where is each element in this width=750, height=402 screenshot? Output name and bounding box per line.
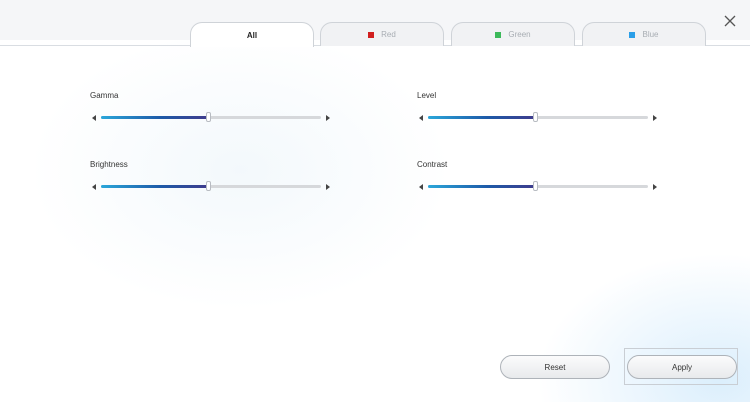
triangle-right-icon[interactable] [651,114,659,122]
level-thumb[interactable] [532,112,538,122]
level-track[interactable] [428,112,648,122]
triangle-right-icon[interactable] [324,183,332,191]
triangle-left-icon[interactable] [417,183,425,191]
tab-bar: All Red Green Blue [0,0,750,47]
tab-label: Red [381,30,396,39]
apply-button[interactable]: Apply [627,355,737,379]
gamma-label: Gamma [90,91,119,100]
brightness-fill [101,185,209,188]
level-slider-group: Level [417,91,659,131]
red-swatch-icon [368,31,375,38]
contrast-label: Contrast [417,160,448,169]
contrast-slider-group: Contrast [417,160,659,200]
tab-red[interactable]: Red [320,22,444,46]
background [0,0,750,402]
reset-button[interactable]: Reset [500,355,610,379]
triangle-right-icon[interactable] [651,183,659,191]
triangle-left-icon[interactable] [417,114,425,122]
triangle-left-icon[interactable] [90,183,98,191]
triangle-right-icon[interactable] [324,114,332,122]
reset-button-label: Reset [544,362,566,372]
gamma-fill [101,116,209,119]
brightness-track[interactable] [101,181,321,191]
apply-button-label: Apply [671,362,692,372]
brightness-slider-group: Brightness [90,160,332,200]
gamma-slider[interactable] [90,111,332,125]
close-icon[interactable] [722,13,738,29]
tab-label: Blue [642,30,659,39]
level-slider[interactable] [417,111,659,125]
brightness-label: Brightness [90,160,128,169]
gamma-track[interactable] [101,112,321,122]
gamma-slider-group: Gamma [90,91,332,131]
green-swatch-icon [495,31,502,38]
contrast-thumb[interactable] [532,181,538,191]
tab-label: Green [508,30,531,39]
tab-blue[interactable]: Blue [582,22,706,46]
brightness-thumb[interactable] [205,181,211,191]
level-fill [428,116,536,119]
contrast-track[interactable] [428,181,648,191]
contrast-slider[interactable] [417,180,659,194]
tab-all[interactable]: All [190,22,314,47]
level-label: Level [417,91,437,100]
tab-green[interactable]: Green [451,22,575,46]
blue-swatch-icon [629,31,636,38]
contrast-fill [428,185,536,188]
brightness-slider[interactable] [90,180,332,194]
tab-label: All [246,30,258,40]
triangle-left-icon[interactable] [90,114,98,122]
gamma-thumb[interactable] [205,112,211,122]
